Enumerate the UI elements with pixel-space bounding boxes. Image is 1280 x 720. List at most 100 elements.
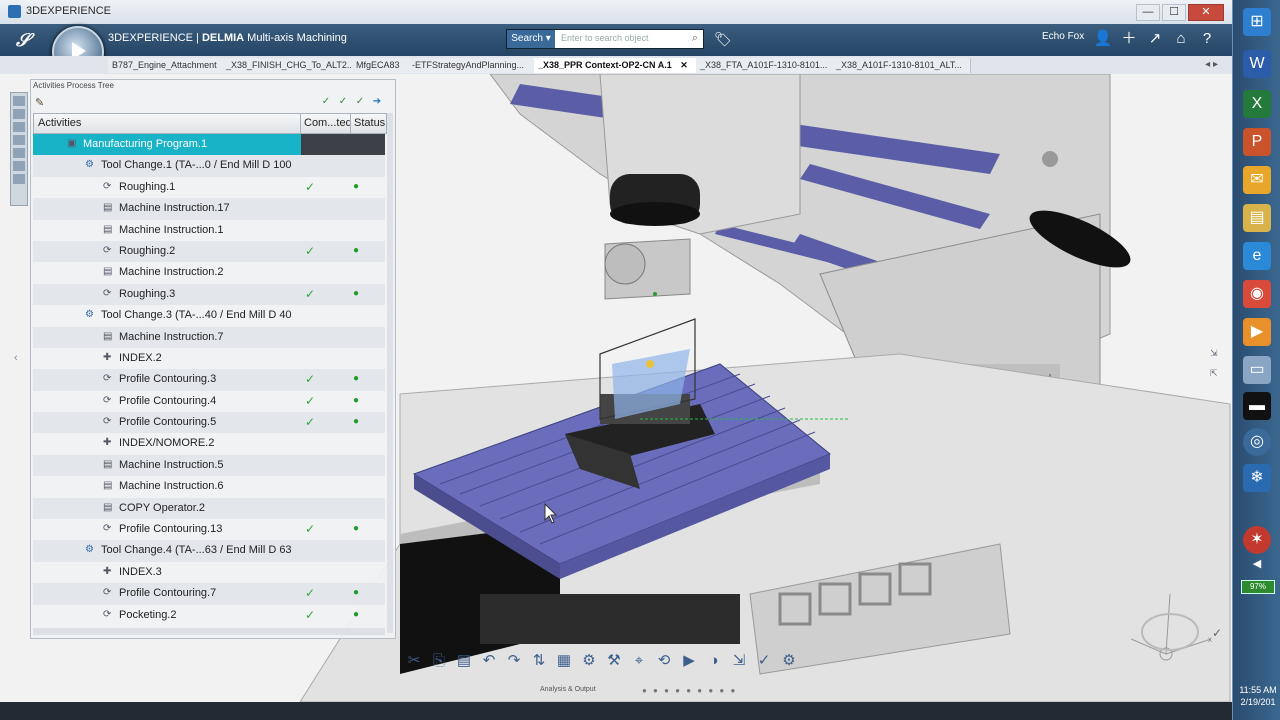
tab-x38-a101f[interactable]: _X38_A101F-1310-8101_ALT... [832, 58, 971, 73]
excel-icon[interactable]: X [1243, 90, 1271, 118]
activity-row[interactable]: ⟳ Roughing.3 ✓ ● [33, 283, 385, 306]
activity-row[interactable]: ▤ Machine Instruction.6 [33, 476, 385, 497]
outlook-icon[interactable]: ✉ [1243, 166, 1271, 194]
tab-b787[interactable]: B787_Engine_Attachment [108, 58, 225, 73]
activity-row[interactable]: ▤ Machine Instruction.5 [33, 454, 385, 477]
battery-status[interactable]: 97% [1241, 580, 1275, 594]
output-icon[interactable]: ⇲ [729, 650, 749, 672]
horizontal-scrollbar[interactable] [33, 628, 385, 635]
cut-icon[interactable]: ✂ [404, 650, 424, 672]
activity-row[interactable]: ▤ Machine Instruction.7 [33, 326, 385, 348]
paste-icon[interactable]: ▤ [454, 650, 474, 672]
ie-icon[interactable]: e [1243, 242, 1271, 270]
tag-icon[interactable]: 🏷 [714, 31, 732, 48]
tab-x38-finish[interactable]: _X38_FINISH_CHG_To_ALT2... [222, 58, 355, 73]
activity-row[interactable]: ▤ Machine Instruction.17 [33, 198, 385, 220]
filter-icon[interactable]: ✎ [35, 96, 44, 109]
start-orb-icon[interactable]: ⊞ [1243, 8, 1271, 36]
left-toolstrip[interactable] [10, 92, 28, 206]
clock[interactable]: 11:55 AM 2/19/201 [1235, 684, 1280, 708]
collapse-icon[interactable]: ⇱ [1210, 368, 1222, 380]
activity-row[interactable]: ⚙ Tool Change.4 (TA-...63 / End Mill D 63 [33, 540, 385, 562]
compute-icon[interactable]: ✓ [319, 96, 333, 108]
folder-icon[interactable]: ▤ [1243, 204, 1271, 232]
tool-icon[interactable] [13, 174, 25, 184]
activity-row[interactable]: ⟳ Profile Contouring.4 ✓ ● [33, 391, 385, 412]
activity-row[interactable]: ⟳ Roughing.2 ✓ ● [33, 240, 385, 263]
measure-icon[interactable]: ⌖ [629, 650, 649, 672]
undo-icon[interactable]: ↶ [479, 650, 499, 672]
redo-icon[interactable]: ↷ [504, 650, 524, 672]
search-input[interactable]: Enter to search object [561, 33, 649, 43]
check-icon[interactable]: ✓ [1212, 626, 1222, 640]
maximize-button[interactable]: ☐ [1162, 4, 1186, 21]
tool-icon[interactable]: ⚒ [604, 650, 624, 672]
tab-x38-ppr-context[interactable]: _X38_PPR Context-OP2-CN A.1 ✕ [534, 58, 699, 73]
col-status[interactable]: Status [354, 117, 385, 129]
tab-mfgeca83[interactable]: MfgECA83 [352, 58, 413, 73]
tab-etfstrategy[interactable]: -ETFStrategyAndPlanning... [408, 58, 537, 73]
home-icon[interactable]: ⌂ [1170, 28, 1192, 50]
sort-icon[interactable]: ⇅ [529, 650, 549, 672]
activity-row[interactable]: ⟳ Profile Contouring.5 ✓ ● [33, 412, 385, 434]
tab-x38-fta[interactable]: _X38_FTA_A101F-1310-8101... [696, 58, 835, 73]
3dexperience-icon[interactable]: ◎ [1243, 428, 1271, 456]
tool-icon[interactable] [13, 148, 25, 158]
tool-icon[interactable] [13, 135, 25, 145]
tab-scroll-arrows-icon[interactable]: ◂ ▸ [1205, 59, 1218, 70]
activity-row[interactable]: ▣ Manufacturing Program.1 [33, 134, 385, 156]
table-icon[interactable]: ▦ [554, 650, 574, 672]
simulate-icon[interactable]: ▶ [679, 650, 699, 672]
search-button[interactable]: Search ▾ [507, 30, 555, 48]
search-icon[interactable]: ⌕ [692, 32, 698, 45]
tool-icon[interactable] [13, 122, 25, 132]
view-compass-icon[interactable]: x [1126, 594, 1216, 674]
tool-icon[interactable] [13, 161, 25, 171]
add-icon[interactable]: ＋ [1118, 28, 1140, 50]
next-arrow-icon[interactable]: ➔ [370, 96, 384, 108]
activity-row[interactable]: ✚ INDEX.2 [33, 348, 385, 369]
help-icon[interactable]: ? [1196, 28, 1218, 50]
activity-row[interactable]: ⟳ Roughing.1 ✓ ● [33, 177, 385, 198]
activity-row[interactable]: ✚ INDEX/NOMORE.2 [33, 433, 385, 454]
activity-row[interactable]: ✚ INDEX.3 [33, 562, 385, 583]
activity-row[interactable]: ▤ Machine Instruction.1 [33, 220, 385, 241]
col-computed[interactable]: Com...ted [304, 117, 352, 129]
section-dots[interactable]: ● ● ● ● ● ● ● ● ● [642, 686, 737, 695]
close-button[interactable]: ✕ [1188, 4, 1224, 21]
activity-row[interactable]: ⚙ Tool Change.1 (TA-...0 / End Mill D 100 [33, 155, 385, 177]
replay-icon[interactable]: ⟲ [654, 650, 674, 672]
tab-close-icon[interactable]: ✕ [680, 60, 688, 70]
check-icon[interactable]: ✓ [754, 650, 774, 672]
activity-row[interactable]: ▤ Machine Instruction.2 [33, 262, 385, 283]
chrome-icon[interactable]: ◉ [1243, 280, 1271, 308]
expand-icon[interactable]: ⇲ [1210, 348, 1222, 360]
copy-icon[interactable]: ⎘ [429, 650, 449, 672]
minimize-button[interactable]: — [1136, 4, 1160, 21]
word-icon[interactable]: W [1243, 50, 1271, 78]
share-icon[interactable]: ↗ [1144, 28, 1166, 50]
search-box[interactable]: Search ▾ Enter to search object ⌕ [506, 29, 704, 49]
vertical-scrollbar[interactable] [387, 113, 393, 633]
col-activities[interactable]: Activities [38, 117, 81, 129]
user-profile-icon[interactable]: 👤 [1092, 28, 1114, 50]
analysis-icon[interactable]: ◑ [704, 650, 724, 672]
compute-selected-icon[interactable]: ✓ [353, 96, 367, 108]
activity-row[interactable]: ⚙ Tool Change.3 (TA-...40 / End Mill D 40 [33, 305, 385, 326]
settings-icon[interactable]: ⚙ [779, 650, 799, 672]
media-icon[interactable]: ▶ [1243, 318, 1271, 346]
tool-icon[interactable] [13, 96, 25, 106]
powerpoint-icon[interactable]: P [1243, 128, 1271, 156]
tool-icon[interactable] [13, 109, 25, 119]
activity-row[interactable]: ⟳ Profile Contouring.3 ✓ ● [33, 369, 385, 391]
activity-row[interactable]: ▤ COPY Operator.2 [33, 497, 385, 520]
volume-icon[interactable]: ◀ [1243, 556, 1271, 572]
snowflake-icon[interactable]: ❄ [1243, 464, 1271, 492]
activity-row[interactable]: ⟳ Pocketing.2 ✓ ● [33, 605, 385, 626]
console-icon[interactable]: ▬ [1243, 392, 1271, 420]
collapse-left-icon[interactable]: ‹ [14, 352, 18, 364]
user-name[interactable]: Echo Fox [1042, 31, 1084, 42]
machine-icon[interactable]: ⚙ [579, 650, 599, 672]
compute-all-icon[interactable]: ✓ [336, 96, 350, 108]
activity-row[interactable]: ⟳ Profile Contouring.13 ✓ ● [33, 519, 385, 540]
